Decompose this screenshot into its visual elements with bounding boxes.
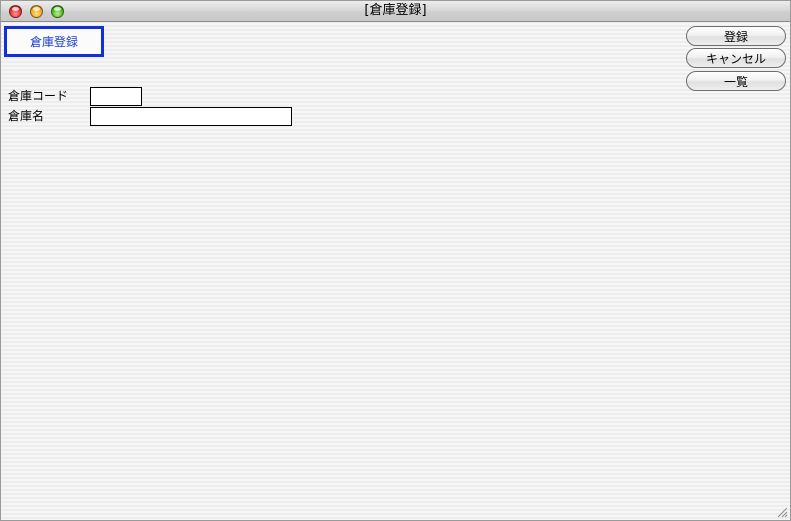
cancel-button[interactable]: キャンセル (686, 48, 786, 68)
warehouse-name-input[interactable] (90, 107, 292, 126)
register-button[interactable]: 登録 (686, 26, 786, 46)
app-window: [倉庫登録] 倉庫登録 登録 キャンセル 一覧 倉庫コード 倉庫名 (0, 0, 791, 521)
window-title: [倉庫登録] (364, 3, 427, 18)
warehouse-code-label: 倉庫コード (8, 89, 69, 103)
register-button-label: 登録 (723, 29, 748, 44)
resize-grip-icon[interactable] (776, 506, 788, 518)
warehouse-code-input[interactable] (90, 87, 142, 106)
list-button-label: 一覧 (723, 74, 748, 89)
list-button[interactable]: 一覧 (686, 71, 786, 91)
title-bar[interactable]: [倉庫登録] (1, 1, 790, 22)
form-title: 倉庫登録 (4, 26, 104, 57)
cancel-button-label: キャンセル (705, 51, 766, 66)
warehouse-name-label: 倉庫名 (8, 109, 45, 123)
form-title-label: 倉庫登録 (29, 35, 78, 49)
